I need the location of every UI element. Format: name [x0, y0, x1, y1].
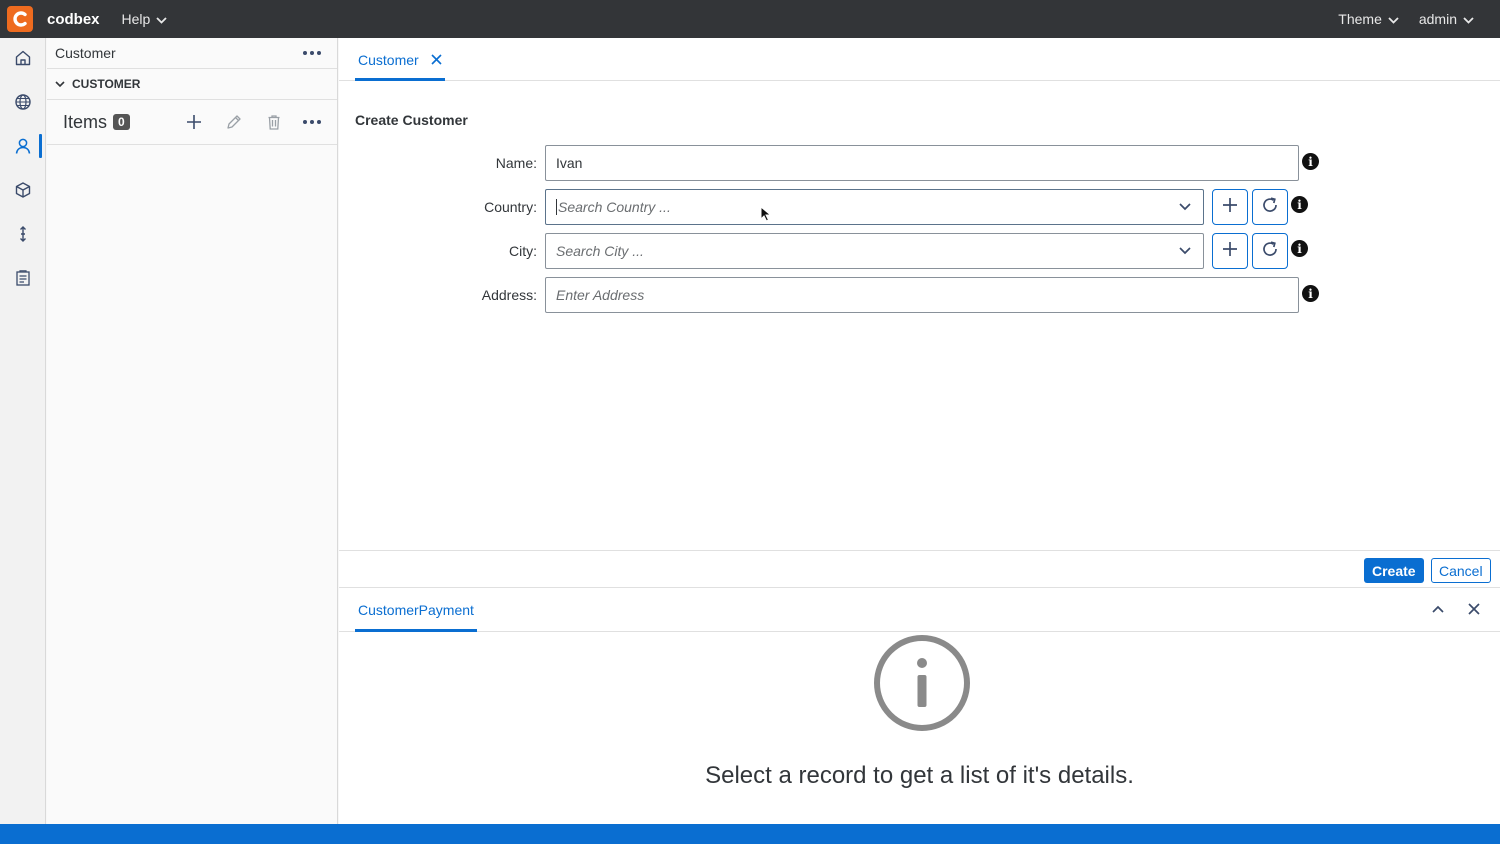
tab-customer-payment[interactable]: CustomerPayment [355, 588, 477, 632]
top-bar: codbex Help Theme admin [0, 0, 1500, 38]
info-icon[interactable]: i [1302, 153, 1319, 170]
refresh-icon [1261, 240, 1279, 263]
person-icon [14, 137, 32, 160]
mouse-cursor-icon [760, 205, 772, 227]
theme-menu-label: Theme [1338, 11, 1382, 27]
chevron-down-icon[interactable] [1179, 203, 1191, 211]
delete-icon[interactable] [266, 114, 282, 130]
nav-rail [0, 38, 46, 824]
codbex-logo-icon[interactable] [7, 6, 33, 32]
cancel-button[interactable]: Cancel [1431, 558, 1491, 583]
country-label: Country: [484, 199, 537, 215]
side-panel: Customer CUSTOMER Items 0 [47, 38, 338, 824]
create-button[interactable]: Create [1364, 558, 1424, 583]
info-icon[interactable]: i [1302, 285, 1319, 302]
form-title: Create Customer [355, 112, 468, 128]
form-footer: Create Cancel [339, 550, 1500, 588]
chevron-down-icon [55, 77, 65, 91]
home-icon [14, 49, 32, 72]
info-icon[interactable]: i [1291, 196, 1308, 213]
city-placeholder: Search City ... [556, 243, 644, 259]
chevron-down-icon[interactable] [1179, 247, 1191, 255]
report-icon [14, 269, 32, 292]
plus-icon [1222, 241, 1238, 262]
plus-icon [1222, 197, 1238, 218]
info-circle-icon [873, 634, 971, 732]
name-label: Name: [495, 155, 537, 171]
more-icon[interactable] [303, 120, 321, 124]
rail-item-transfer[interactable] [0, 220, 46, 252]
city-label: City: [509, 243, 537, 259]
refresh-icon [1261, 196, 1279, 219]
tab-customer-label: Customer [358, 51, 419, 68]
items-toolbar: Items 0 [47, 100, 337, 145]
help-menu[interactable]: Help [122, 11, 168, 27]
items-title: Items [63, 111, 108, 132]
refresh-city-button[interactable] [1252, 233, 1288, 269]
refresh-country-button[interactable] [1252, 189, 1288, 225]
more-icon[interactable] [303, 51, 321, 55]
side-panel-title: Customer [55, 45, 116, 61]
country-placeholder: Search Country ... [556, 199, 671, 215]
chevron-down-icon [1463, 11, 1474, 27]
chevron-up-icon[interactable] [1431, 602, 1445, 616]
side-panel-header: Customer [47, 38, 337, 69]
chevron-down-icon [156, 11, 167, 27]
tab-bar: Customer [339, 38, 1500, 81]
address-field[interactable]: Enter Address [545, 277, 1299, 313]
name-field[interactable]: Ivan [545, 145, 1299, 181]
globe-icon [14, 93, 32, 116]
customer-group-toggle[interactable]: CUSTOMER [47, 69, 337, 100]
box-icon [14, 181, 32, 204]
tab-customer[interactable]: Customer [355, 38, 445, 81]
add-country-button[interactable] [1212, 189, 1248, 225]
rail-item-customer[interactable] [0, 132, 46, 164]
user-menu[interactable]: admin [1419, 11, 1474, 27]
rail-item-products[interactable] [0, 176, 46, 208]
vertical-arrows-icon [14, 225, 32, 248]
items-count-badge: 0 [113, 114, 130, 130]
address-label: Address: [481, 287, 537, 303]
rail-item-home[interactable] [0, 44, 46, 76]
main-content: Customer Create Customer Name: Ivan i Co… [339, 38, 1500, 824]
theme-menu[interactable]: Theme [1338, 11, 1399, 27]
rail-item-globe[interactable] [0, 88, 46, 120]
edit-icon[interactable] [226, 114, 242, 130]
info-icon[interactable]: i [1291, 240, 1308, 257]
user-menu-label: admin [1418, 11, 1457, 27]
city-combobox[interactable]: Search City ... [545, 233, 1204, 269]
brand-name[interactable]: codbex [47, 11, 100, 28]
country-combobox[interactable]: Search Country ... [545, 189, 1204, 225]
customer-group-label: CUSTOMER [72, 77, 141, 91]
add-icon[interactable] [186, 114, 202, 130]
help-menu-label: Help [121, 11, 151, 27]
chevron-down-icon [1388, 11, 1399, 27]
add-city-button[interactable] [1212, 233, 1248, 269]
details-tab-bar: CustomerPayment [339, 588, 1500, 632]
empty-state-message: Select a record to get a list of it's de… [705, 762, 1134, 789]
close-icon[interactable] [431, 54, 442, 65]
close-icon[interactable] [1467, 602, 1481, 616]
status-bar [0, 824, 1500, 844]
rail-item-reports[interactable] [0, 264, 46, 296]
